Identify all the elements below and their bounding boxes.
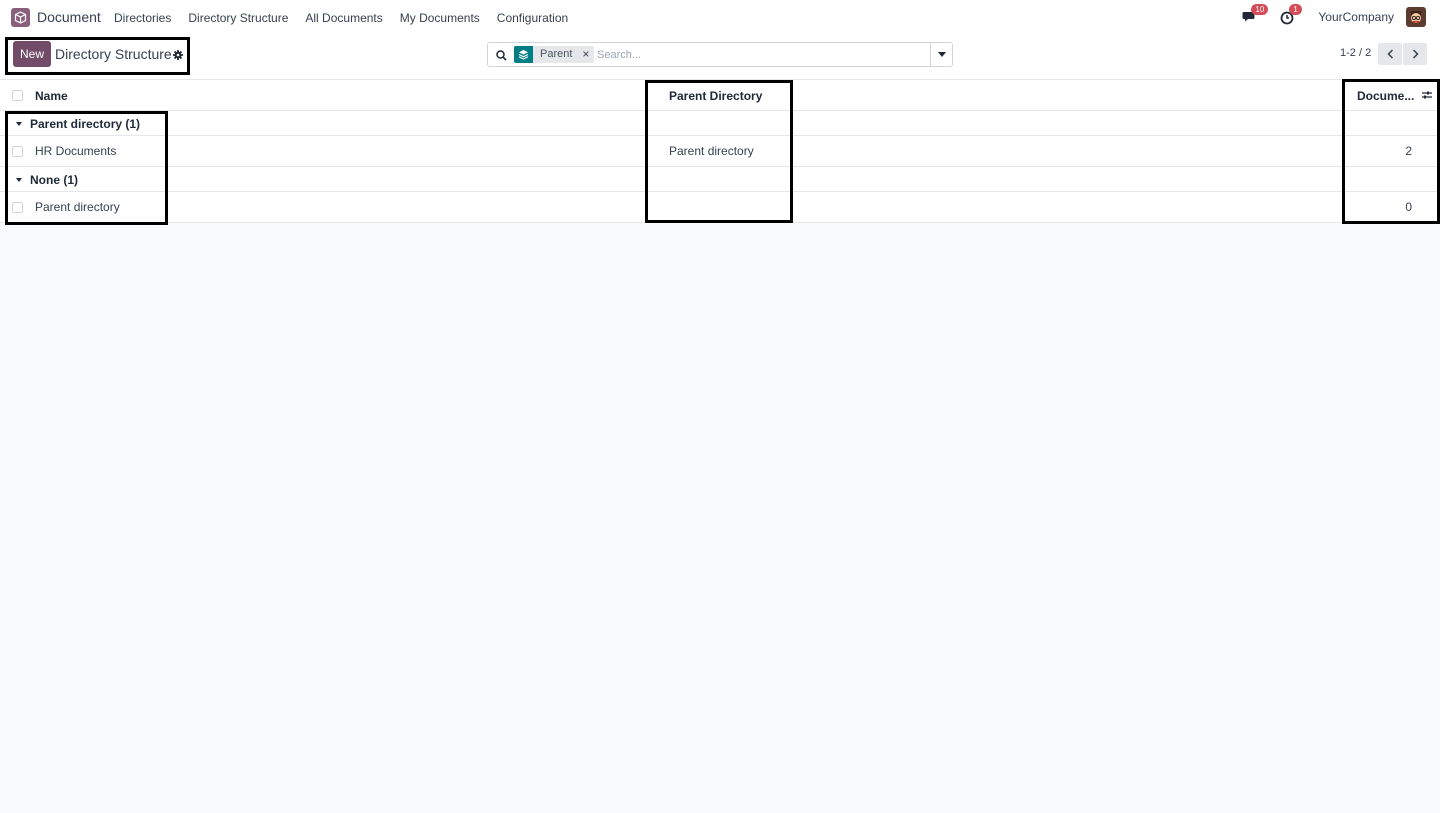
pager-next-button[interactable] [1403, 43, 1427, 65]
menu-configuration[interactable]: Configuration [497, 11, 568, 25]
systray: 10 1 YourCompany [1242, 4, 1426, 27]
company-switcher[interactable]: YourCompany [1318, 10, 1394, 24]
group-label: None (1) [30, 173, 78, 187]
caret-down-icon [16, 178, 22, 182]
optional-columns-icon[interactable] [1421, 89, 1433, 101]
menu-directory-structure[interactable]: Directory Structure [188, 11, 288, 25]
cell-parent-directory: Parent directory [669, 144, 754, 158]
search-options-toggle[interactable] [930, 43, 952, 66]
select-all-checkbox[interactable] [12, 90, 23, 101]
group-label: Parent directory (1) [30, 117, 141, 131]
row-checkbox[interactable] [12, 202, 23, 213]
breadcrumb: Directory Structure [55, 46, 172, 62]
facet-remove-icon[interactable]: × [578, 46, 594, 63]
caret-down-icon [16, 122, 22, 126]
chevron-right-icon [1412, 49, 1419, 59]
document-app-icon[interactable] [11, 8, 30, 27]
app-name[interactable]: Document [37, 9, 101, 25]
list-view: Name Parent Directory Docume... Parent d… [0, 80, 1440, 223]
search-input[interactable] [597, 46, 927, 63]
group-row[interactable]: None (1) [0, 167, 1440, 192]
pager-previous-button[interactable] [1378, 43, 1402, 65]
caret-down-icon [937, 52, 946, 57]
table-row[interactable]: HR Documents Parent directory 2 [0, 136, 1440, 167]
search-icon[interactable] [496, 49, 507, 61]
activities-badge: 1 [1289, 4, 1302, 15]
cell-documents: 0 [1405, 200, 1412, 214]
activities-clock-icon[interactable]: 1 [1280, 4, 1302, 25]
main-menu: Directories Directory Structure All Docu… [114, 11, 585, 25]
row-checkbox[interactable] [12, 146, 23, 157]
facet-label: Parent [540, 48, 573, 60]
cell-documents: 2 [1405, 144, 1412, 158]
gear-icon[interactable] [173, 48, 183, 60]
new-button[interactable]: New [13, 41, 51, 67]
menu-my-documents[interactable]: My Documents [400, 11, 480, 25]
messages-icon[interactable]: 10 [1242, 4, 1269, 25]
chevron-left-icon [1386, 49, 1393, 59]
list-header: Name Parent Directory Docume... [0, 80, 1440, 111]
top-navbar: Document Directories Directory Structure… [0, 0, 1440, 36]
cell-name: HR Documents [35, 144, 117, 158]
cell-name: Parent directory [35, 200, 120, 214]
column-documents[interactable]: Docume... [1357, 89, 1414, 103]
search-bar: Parent × [487, 42, 953, 67]
menu-all-documents[interactable]: All Documents [305, 11, 382, 25]
table-row[interactable]: Parent directory 0 [0, 192, 1440, 223]
column-name[interactable]: Name [35, 89, 68, 103]
control-panel: New Directory Structure Parent × 1-2 / 2 [0, 36, 1440, 80]
pager-value[interactable]: 1-2 / 2 [1340, 47, 1371, 59]
group-by-facet[interactable]: Parent × [514, 46, 595, 63]
layers-icon [514, 46, 533, 63]
menu-directories[interactable]: Directories [114, 11, 171, 25]
group-row[interactable]: Parent directory (1) [0, 111, 1440, 136]
user-avatar[interactable] [1406, 7, 1426, 27]
column-parent-directory[interactable]: Parent Directory [669, 89, 762, 103]
messages-badge: 10 [1251, 4, 1269, 15]
